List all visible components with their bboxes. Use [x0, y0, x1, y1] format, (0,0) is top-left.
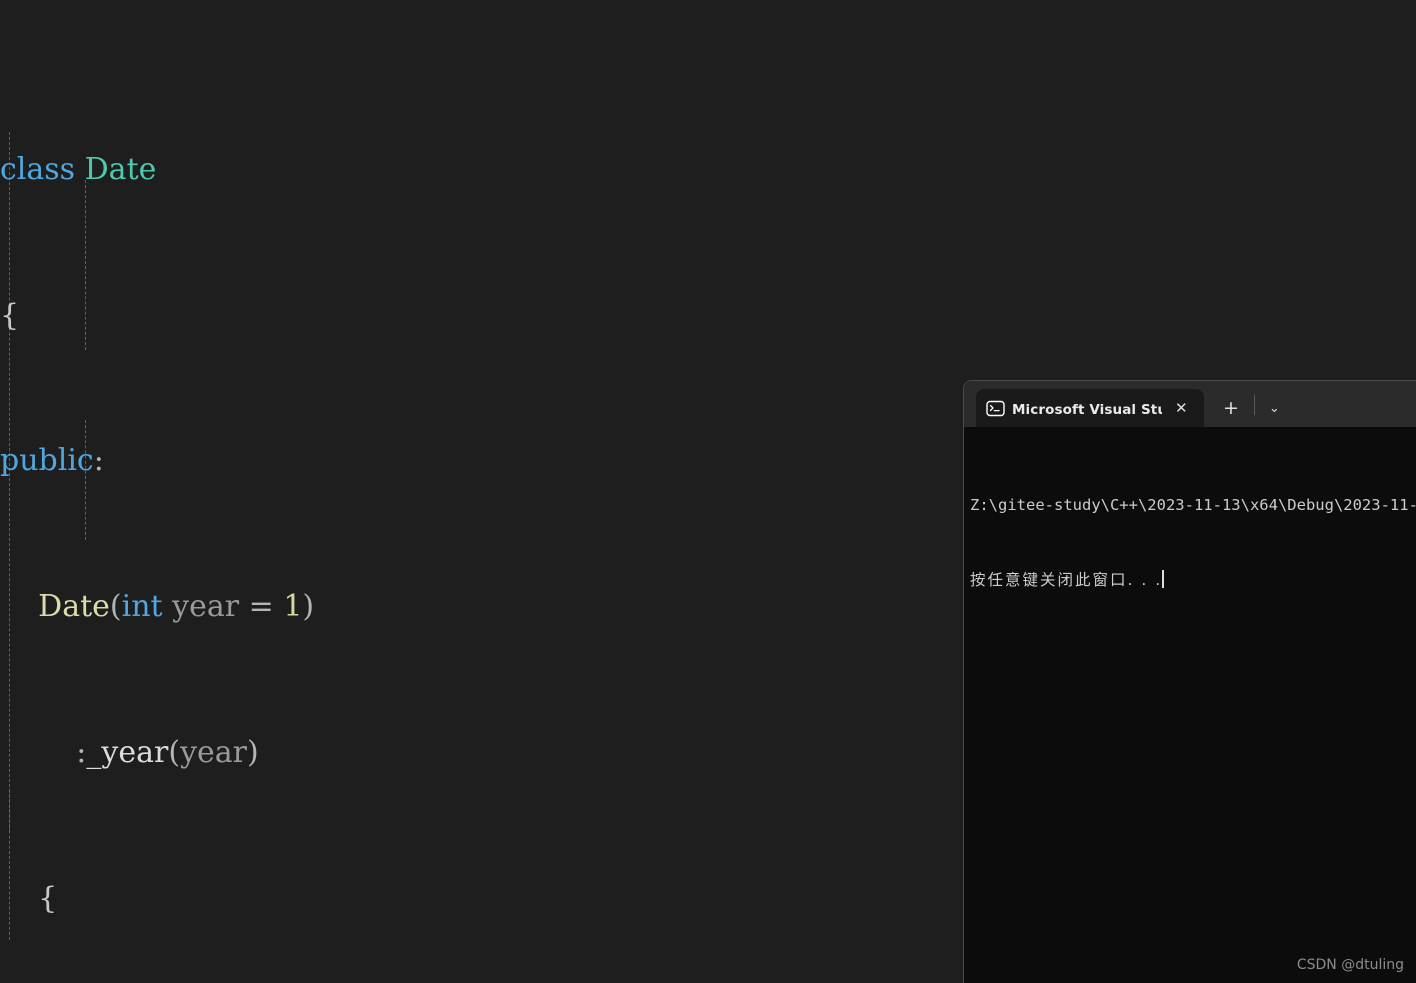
chevron-down-icon[interactable]: ⌄: [1263, 402, 1286, 415]
debug-console-window[interactable]: Microsoft Visual Studio 调试控 ✕ + ⌄ Z:\git…: [963, 380, 1416, 983]
terminal-output[interactable]: Z:\gitee-study\C++\2023-11-13\x64\Debug\…: [964, 427, 1416, 983]
console-icon: [986, 400, 1005, 417]
terminal-tab-active[interactable]: Microsoft Visual Studio 调试控 ✕: [976, 389, 1204, 427]
text-cursor: [1162, 570, 1164, 588]
new-tab-button[interactable]: +: [1218, 399, 1244, 418]
terminal-titlebar[interactable]: Microsoft Visual Studio 调试控 ✕ + ⌄: [964, 381, 1416, 427]
code-line[interactable]: {: [0, 292, 1416, 341]
terminal-output-line: Z:\gitee-study\C++\2023-11-13\x64\Debug\…: [970, 496, 1416, 514]
close-icon[interactable]: ✕: [1171, 399, 1192, 418]
watermark: CSDN @dtuling: [1296, 957, 1404, 973]
code-line[interactable]: class Date: [0, 146, 1416, 195]
terminal-tab-title: Microsoft Visual Studio 调试控: [1012, 402, 1162, 418]
tab-divider: [1253, 395, 1255, 415]
terminal-output-text: 按任意键关闭此窗口. . .: [970, 571, 1163, 589]
terminal-output-line-cjk: 按任意键关闭此窗口. . .: [970, 568, 1416, 593]
